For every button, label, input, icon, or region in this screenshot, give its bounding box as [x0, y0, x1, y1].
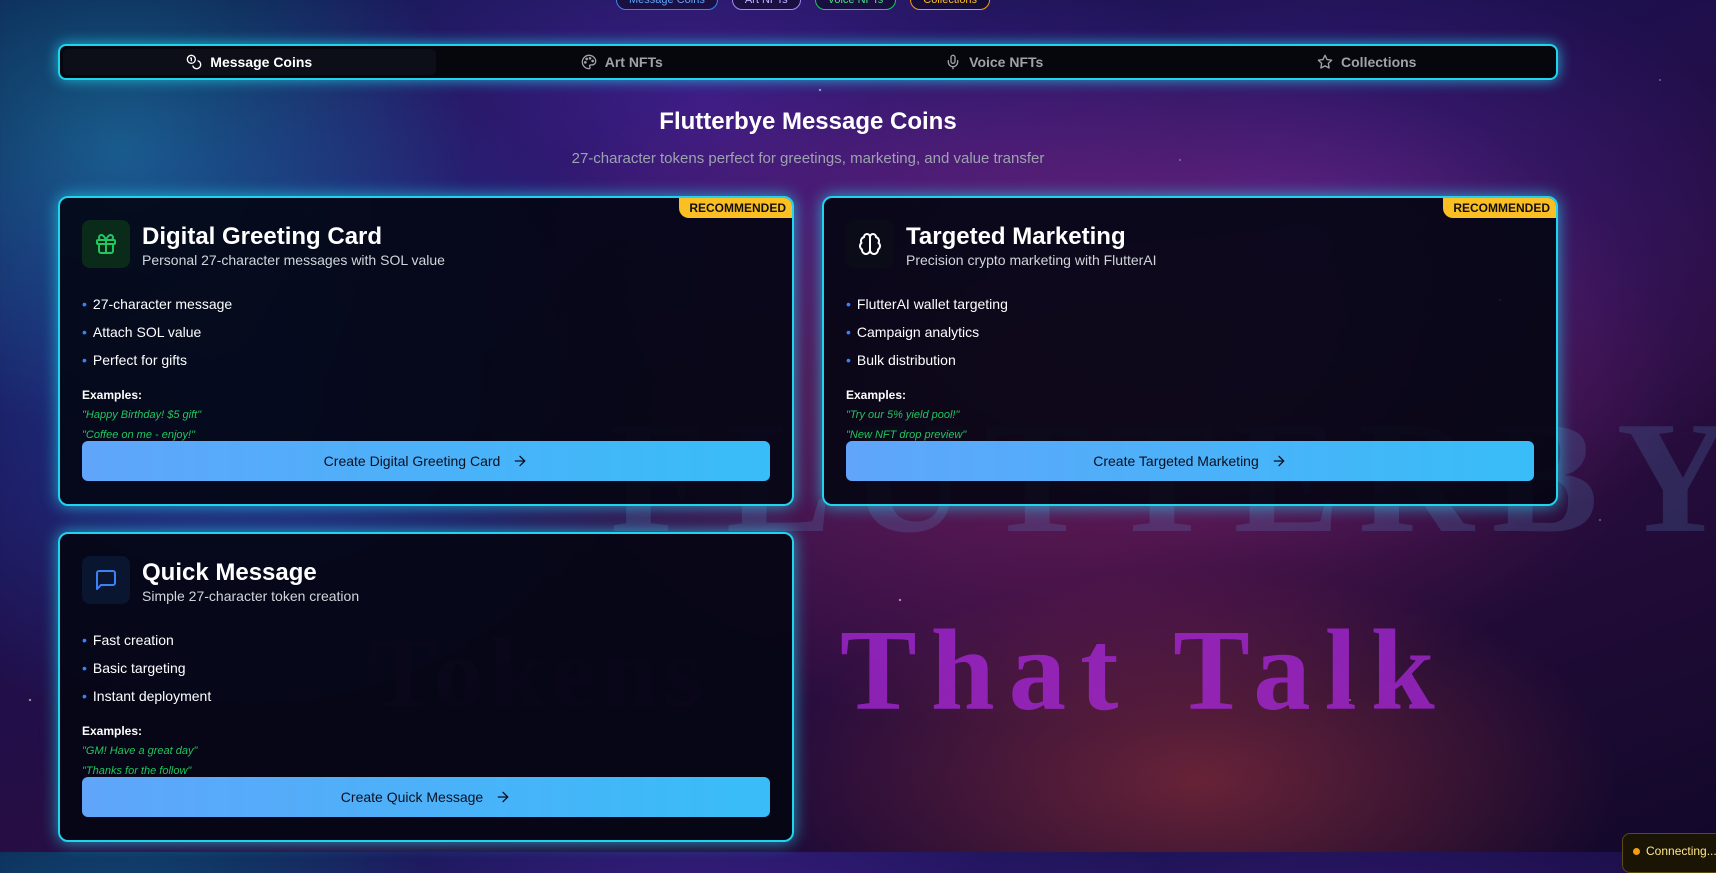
page-subtitle: 27-character tokens perfect for greeting… [571, 150, 1045, 167]
card-description: Personal 27-character messages with SOL … [142, 252, 445, 268]
card-title: Quick Message [142, 559, 317, 586]
pill-voice-nfts[interactable]: Voice NFTs [814, 0, 897, 10]
card-icon-box [82, 220, 130, 268]
top-category-pills: Message Coins Art NFTs Voice NFTs Collec… [616, 0, 991, 10]
tab-bar: Message Coins Art NFTs Voice NFTs Collec… [58, 44, 1558, 80]
card-title: Targeted Marketing [906, 223, 1126, 250]
tab-label: Message Coins [210, 54, 313, 70]
tab-art-nfts[interactable]: Art NFTs [436, 49, 809, 75]
watermark-tagline-part2: That Talk [840, 607, 1449, 734]
brain-icon [859, 233, 881, 255]
button-label: Create Targeted Marketing [1093, 453, 1259, 469]
create-targeted-marketing-button[interactable]: Create Targeted Marketing [846, 441, 1534, 481]
list-item: • Instant deployment [82, 688, 212, 704]
examples-label: Examples: [82, 388, 143, 402]
examples-label: Examples: [82, 724, 143, 738]
examples-label: Examples: [846, 388, 907, 402]
button-label: Create Quick Message [340, 789, 484, 805]
list-item: • Attach SOL value [82, 324, 202, 340]
card-description: Precision crypto marketing with FlutterA… [906, 252, 1157, 268]
card-title: Digital Greeting Card [142, 223, 383, 250]
coins-icon [186, 54, 202, 70]
gift-icon [96, 234, 116, 254]
microphone-icon [947, 54, 959, 70]
button-label: Create Digital Greeting Card [323, 453, 501, 469]
create-quick-message-button[interactable]: Create Quick Message [82, 777, 770, 817]
card-icon-box [82, 556, 130, 604]
pill-art-nfts[interactable]: Art NFTs [731, 0, 801, 10]
connection-status-text: Connecting... [1646, 844, 1716, 858]
connection-status-toast: Connecting... [1622, 833, 1716, 873]
star-icon [1317, 54, 1333, 69]
list-item: • Fast creation [82, 632, 174, 648]
list-item: • Bulk distribution [846, 352, 956, 368]
card-quick-message: Quick Message Simple 27-character token … [58, 532, 794, 842]
example-text: "Try our 5% yield pool!" [846, 409, 960, 421]
list-item: • FlutterAI wallet targeting [846, 296, 1008, 312]
list-item: • Campaign analytics [846, 324, 980, 340]
tab-collections[interactable]: Collections [1181, 49, 1554, 75]
recommended-badge: RECOMMENDED [679, 198, 792, 218]
example-text: "New NFT drop preview" [846, 429, 967, 441]
tab-label: Voice NFTs [969, 54, 1044, 70]
list-item: • Basic targeting [82, 660, 186, 676]
list-item: • Perfect for gifts [82, 352, 188, 368]
tab-label: Art NFTs [604, 54, 663, 70]
card-digital-greeting: RECOMMENDED Digital Greeting Card Person… [58, 196, 794, 506]
create-digital-greeting-card-button[interactable]: Create Digital Greeting Card [82, 441, 770, 481]
arrow-right-icon [1273, 455, 1285, 467]
tab-voice-nfts[interactable]: Voice NFTs [808, 49, 1181, 75]
pill-collections[interactable]: Collections [910, 0, 991, 10]
example-text: "Happy Birthday! $5 gift" [82, 409, 202, 421]
pill-message-coins[interactable]: Message Coins [616, 0, 718, 10]
tab-message-coins[interactable]: Message Coins [63, 49, 436, 75]
arrow-right-icon [497, 791, 509, 803]
feature-list: • 27-character message • Attach SOL value … [82, 294, 232, 378]
card-targeted-marketing: RECOMMENDED Targeted Marketing Precision… [822, 196, 1558, 506]
page-title: Flutterbye Message Coins [659, 108, 957, 135]
palette-icon [581, 54, 597, 70]
example-text: "Coffee on me - enjoy!" [82, 429, 195, 441]
arrow-right-icon [514, 455, 526, 467]
feature-list: • Fast creation • Basic targeting • Instant… [82, 630, 211, 714]
message-square-icon [96, 570, 116, 590]
list-item: • 27-character message [82, 296, 233, 312]
card-description: Simple 27-character token creation [142, 588, 360, 604]
feature-list: • FlutterAI wallet targeting • Campaign an… [846, 294, 1008, 378]
example-text: "GM! Have a great day" [82, 745, 198, 757]
recommended-badge: RECOMMENDED [1443, 198, 1556, 218]
tab-label: Collections [1341, 54, 1417, 70]
card-icon-box [846, 220, 894, 268]
example-text: "Thanks for the follow" [82, 765, 192, 777]
